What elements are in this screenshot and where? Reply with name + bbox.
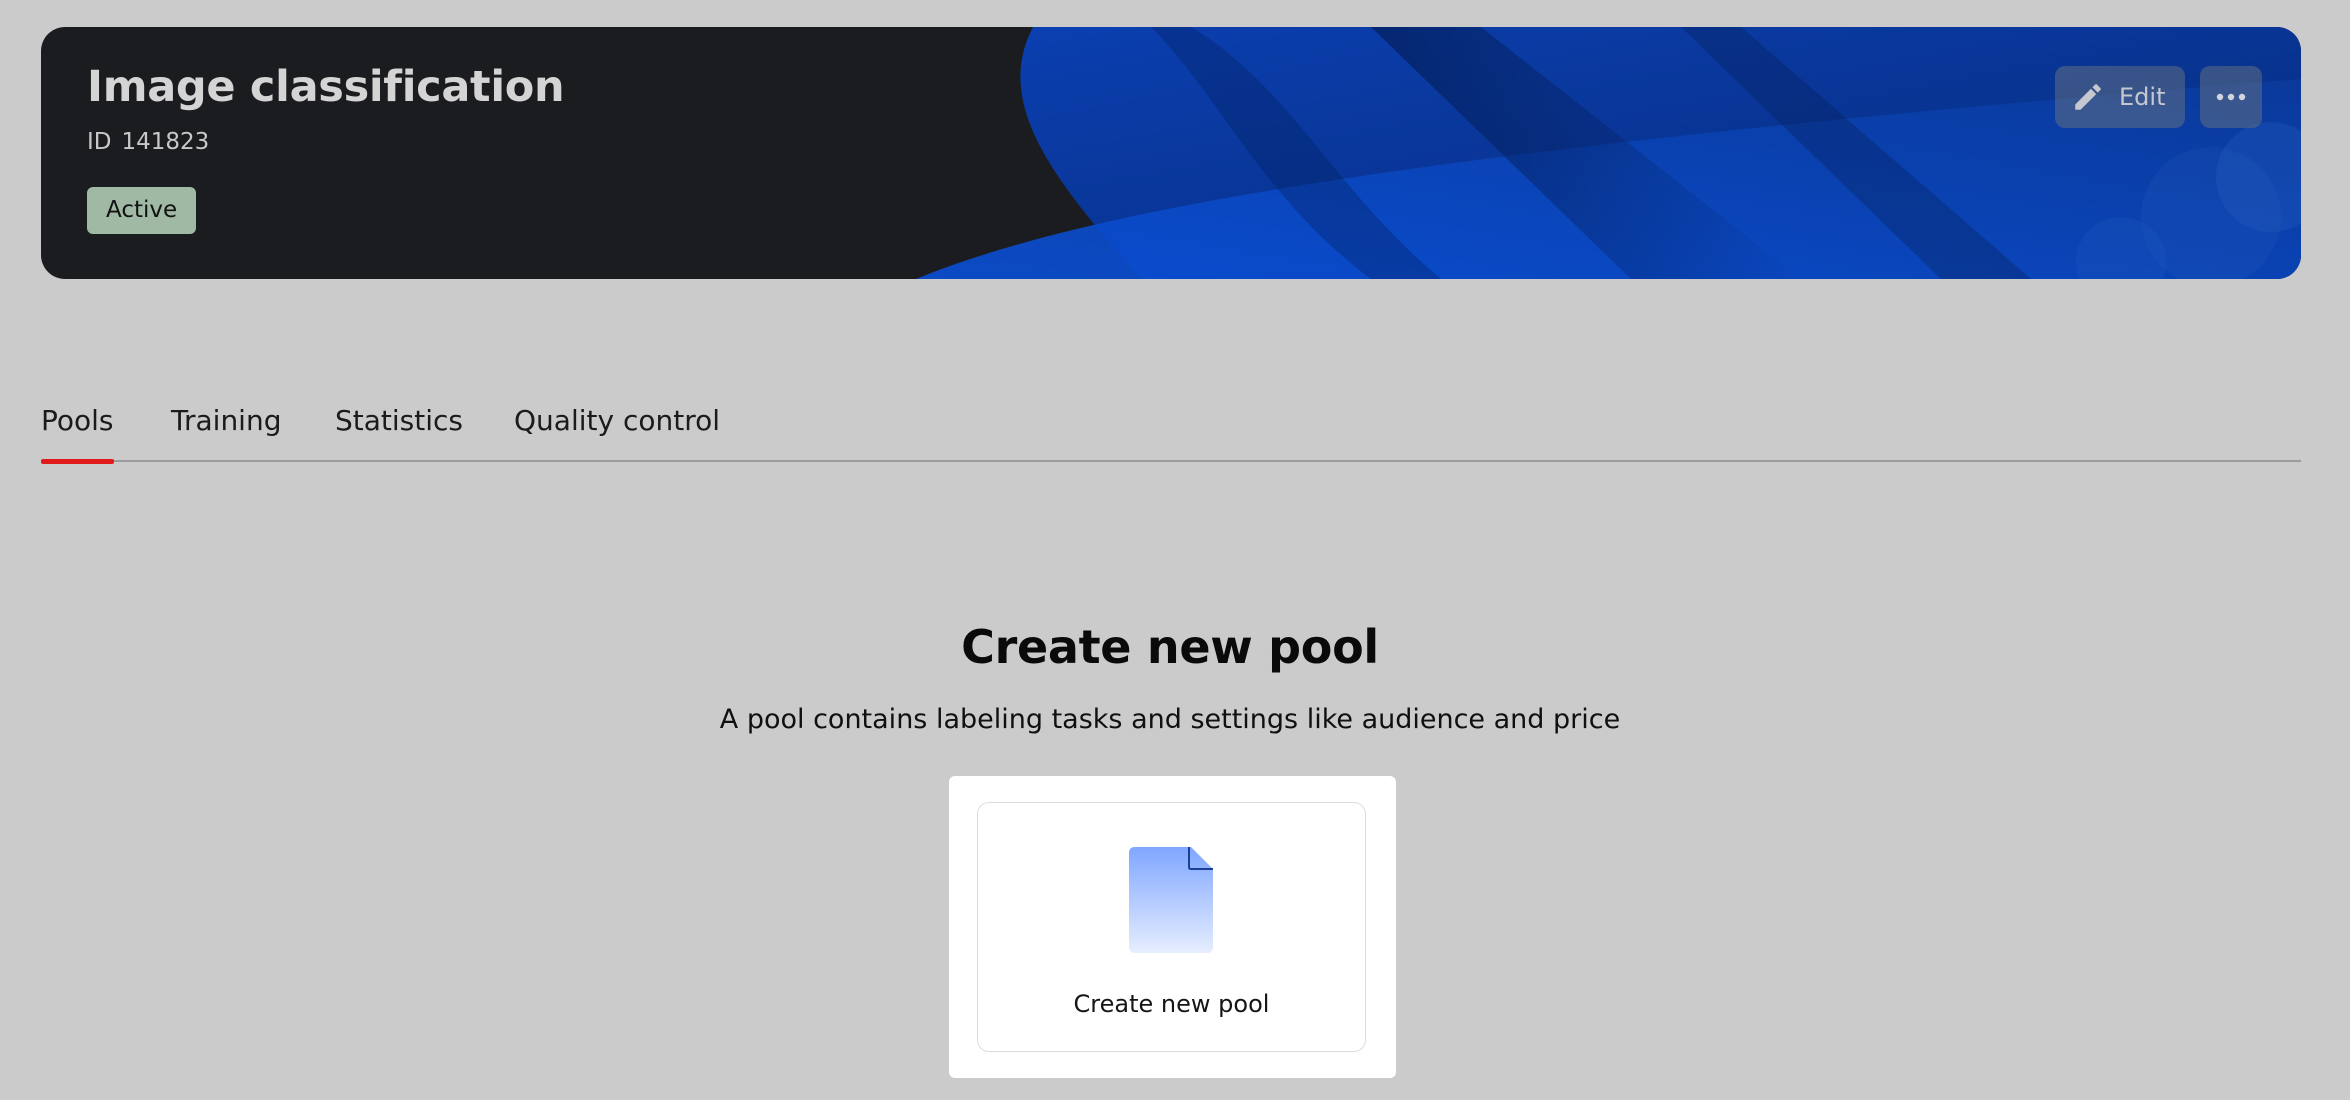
project-id-label: ID <box>87 129 112 155</box>
create-new-pool-label: Create new pool <box>1073 990 1270 1018</box>
edit-button[interactable]: Edit <box>2055 66 2185 128</box>
project-title: Image classification <box>87 62 565 112</box>
tab-training[interactable]: Training <box>171 404 281 460</box>
create-new-pool-card[interactable]: Create new pool <box>977 802 1366 1052</box>
project-id-value: 141823 <box>121 129 210 155</box>
more-actions-button[interactable] <box>2200 66 2262 128</box>
project-header: Image classification ID 141823 Active Edi… <box>41 27 2301 279</box>
create-pool-panel: Create new pool <box>949 776 1396 1078</box>
status-badge: Active <box>87 187 197 234</box>
edit-button-label: Edit <box>2119 83 2166 111</box>
project-tabs: Pools Training Statistics Quality contro… <box>41 396 2301 464</box>
project-id: ID 141823 <box>87 129 209 155</box>
more-horizontal-icon <box>2216 93 2246 101</box>
tab-statistics[interactable]: Statistics <box>335 404 463 460</box>
empty-state-subtitle: A pool contains labeling tasks and setti… <box>719 704 1621 735</box>
tab-quality-control[interactable]: Quality control <box>514 404 720 460</box>
tab-pools[interactable]: Pools <box>41 404 114 464</box>
pencil-icon <box>2075 84 2101 110</box>
document-icon <box>1129 847 1213 953</box>
empty-state-title: Create new pool <box>961 620 1379 674</box>
